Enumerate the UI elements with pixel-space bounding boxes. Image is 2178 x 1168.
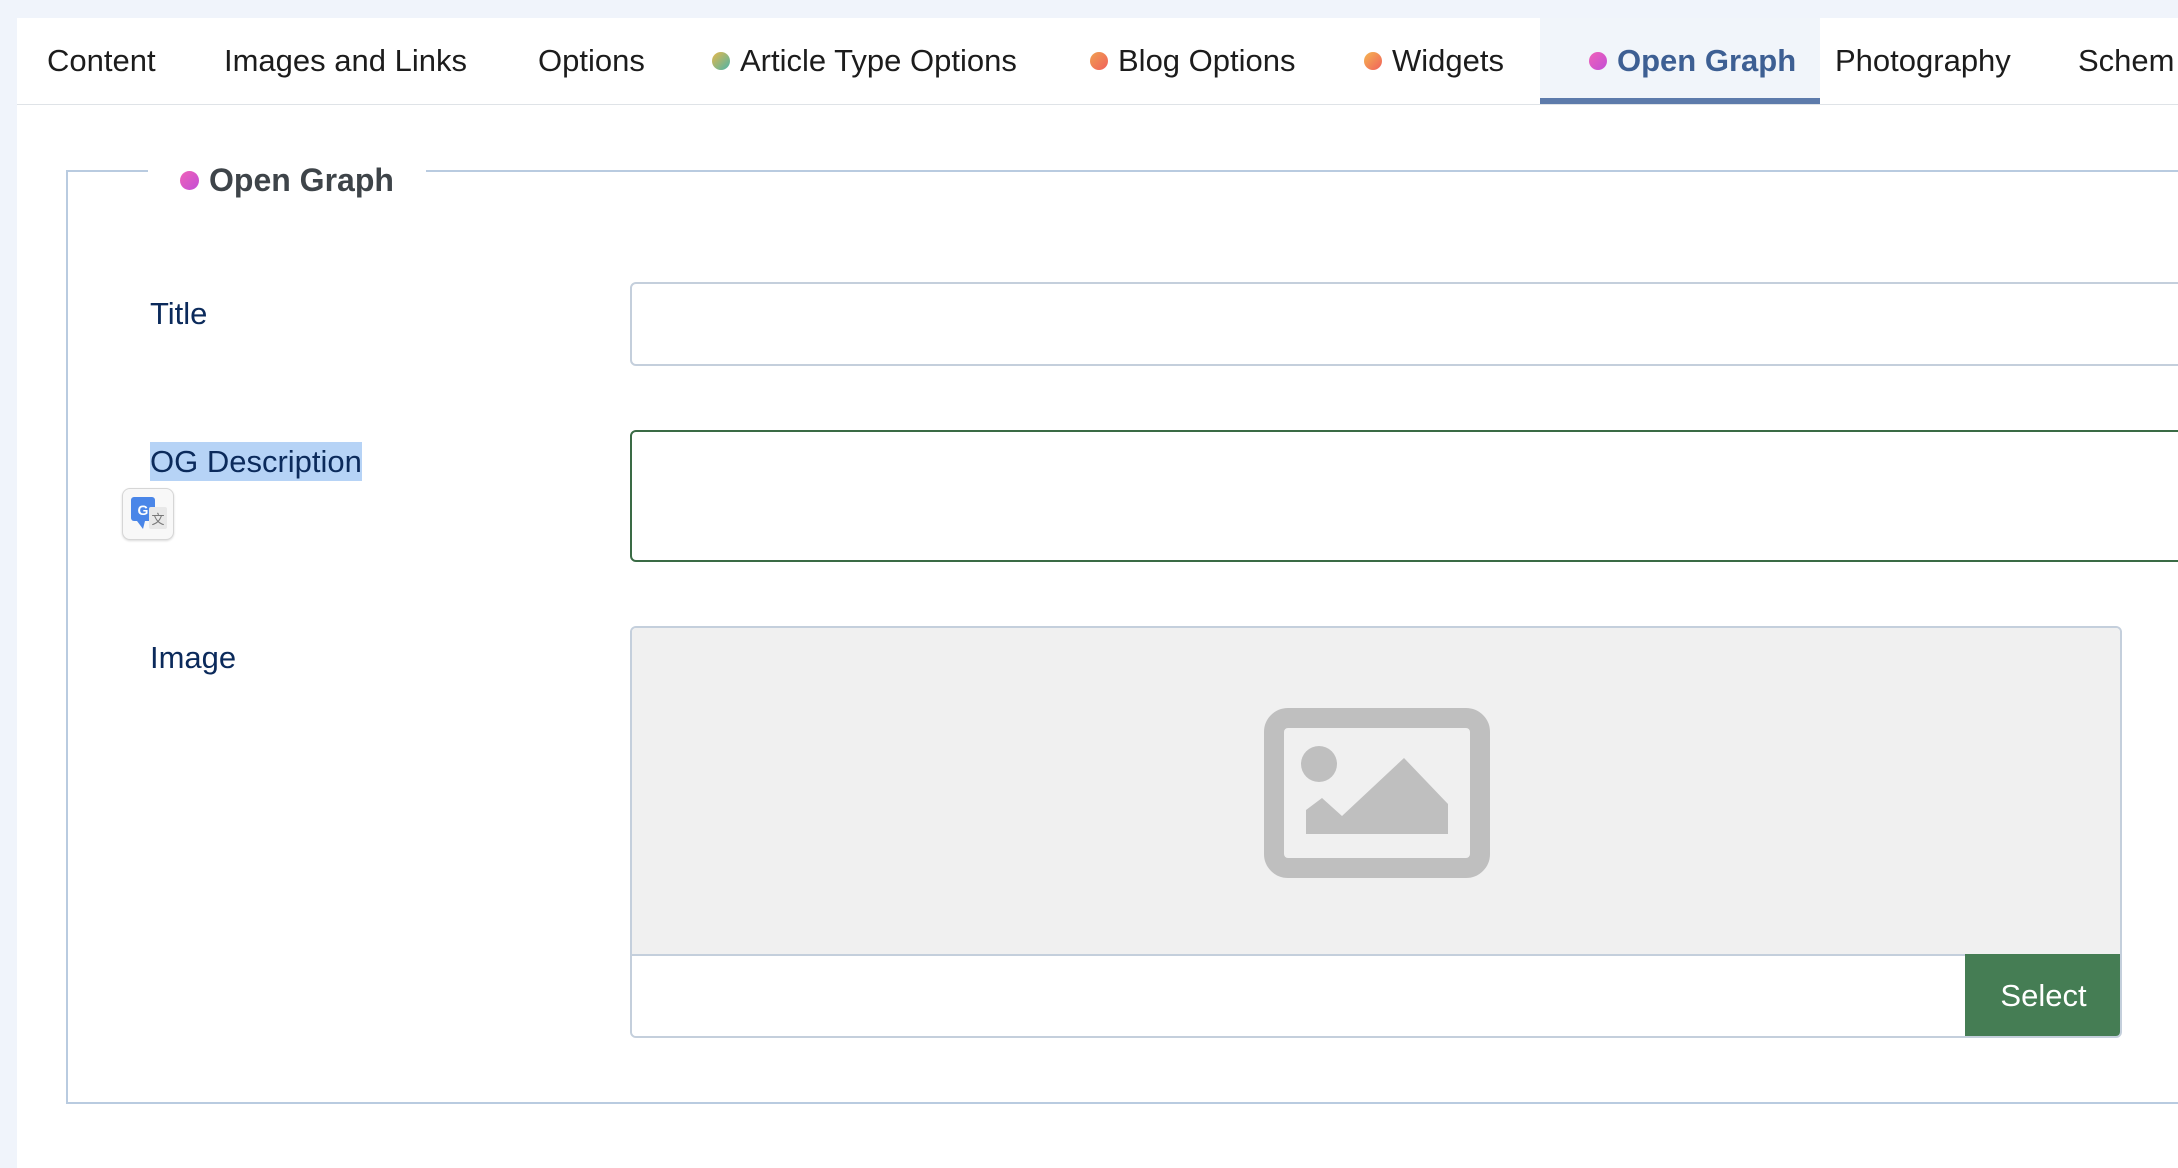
fieldset-legend: Open Graph	[148, 160, 426, 200]
image-label: Image	[150, 640, 236, 676]
title-label: Title	[150, 296, 207, 332]
status-dot-icon	[1589, 52, 1607, 70]
status-dot-icon	[1090, 52, 1108, 70]
tab-label: Photography	[1835, 43, 2011, 78]
tab-label: Widgets	[1392, 43, 1504, 78]
tab-options[interactable]: Options	[538, 18, 645, 104]
select-image-button[interactable]: Select	[1965, 954, 2120, 1036]
status-dot-icon	[1364, 52, 1382, 70]
tab-label: Images and Links	[224, 43, 467, 78]
image-preview	[632, 628, 2120, 956]
status-dot-icon	[712, 52, 730, 70]
tab-images-and-links[interactable]: Images and Links	[224, 18, 467, 104]
title-label-text: Title	[150, 296, 208, 331]
image-media-field: Select	[630, 626, 2122, 1038]
svg-text:文: 文	[151, 512, 164, 527]
tab-label: Content	[47, 43, 156, 78]
tab-blog-options[interactable]: Blog Options	[1090, 18, 1296, 104]
tab-article-type-options[interactable]: Article Type Options	[712, 18, 1017, 104]
tab-label: Schem	[2078, 43, 2175, 78]
legend-label: Open Graph	[209, 161, 394, 198]
tab-content[interactable]: Content	[47, 18, 156, 104]
og-description-textarea[interactable]	[630, 430, 2178, 562]
image-placeholder-icon	[1264, 708, 1490, 878]
tab-label: Options	[538, 43, 645, 78]
image-label-text: Image	[150, 640, 237, 675]
tab-label: Open Graph	[1617, 43, 1797, 78]
og-description-label: OG Description	[150, 442, 362, 481]
tab-bar: Content Images and Links Options Article…	[17, 18, 2178, 105]
google-translate-icon[interactable]: G 文	[122, 488, 174, 540]
og-description-label-text: OG Description	[150, 442, 362, 481]
svg-text:G: G	[138, 502, 149, 518]
title-input[interactable]	[630, 282, 2178, 366]
tab-schema[interactable]: Schem	[2078, 18, 2174, 104]
tab-open-graph[interactable]: Open Graph	[1540, 18, 1820, 104]
image-path-input[interactable]	[632, 956, 1968, 1036]
tab-label: Article Type Options	[740, 43, 1017, 78]
tab-label: Blog Options	[1118, 43, 1296, 78]
tab-widgets[interactable]: Widgets	[1364, 18, 1504, 104]
tab-photography[interactable]: Photography	[1835, 18, 2011, 104]
pink-dot-icon	[180, 170, 199, 190]
